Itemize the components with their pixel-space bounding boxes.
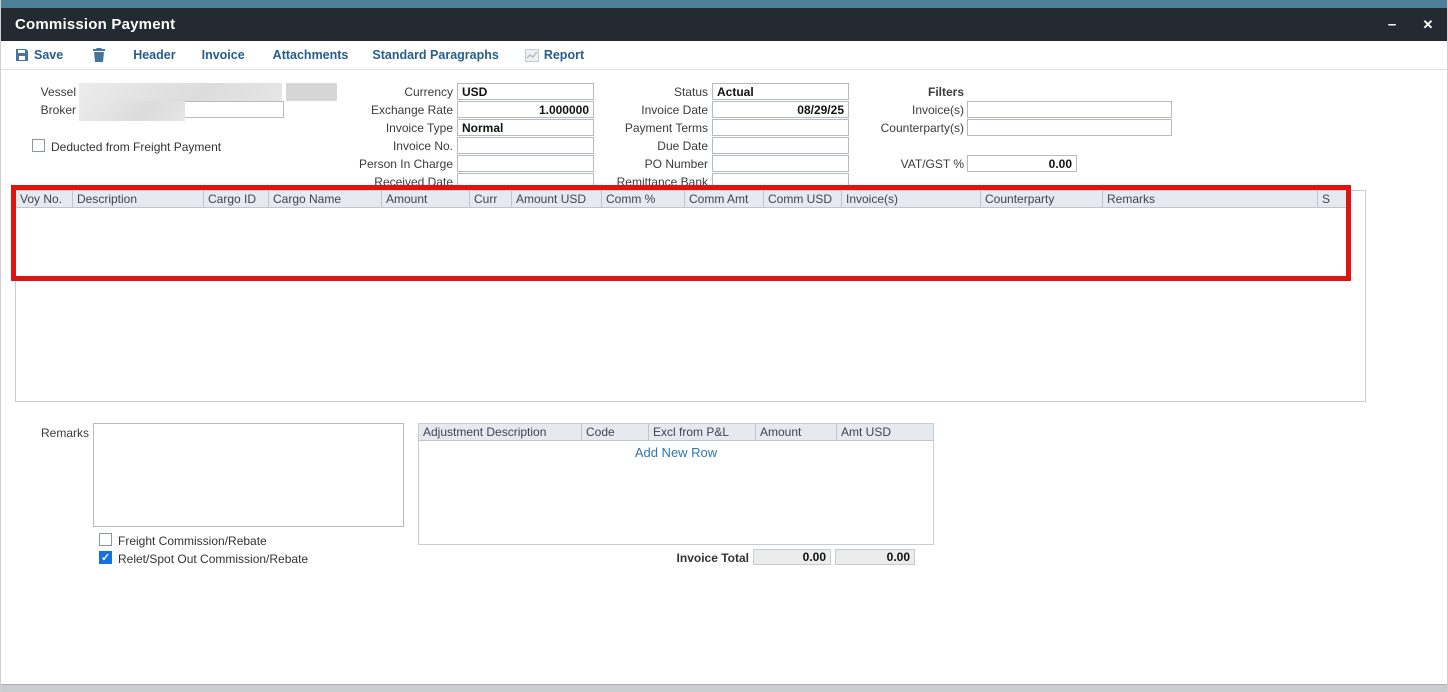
col-excl-from-pl[interactable]: Excl from P&L <box>649 424 756 441</box>
vessel-label: Vessel <box>1 85 76 99</box>
vessel-code-field-redacted[interactable] <box>286 83 337 101</box>
col-invoices[interactable]: Invoice(s) <box>842 191 981 208</box>
freight-commission-checkbox[interactable] <box>99 533 112 546</box>
col-amt-usd[interactable]: Amt USD <box>837 424 933 441</box>
broker-field-redacted[interactable] <box>79 101 185 121</box>
exchange-rate-label: Exchange Rate <box>341 103 453 117</box>
col-comm-usd[interactable]: Comm USD <box>764 191 842 208</box>
relet-spot-out-label: Relet/Spot Out Commission/Rebate <box>118 552 308 566</box>
vessel-field-redacted[interactable] <box>79 83 282 101</box>
invoice-total-label: Invoice Total <box>601 551 749 565</box>
relet-spot-out-checkbox[interactable] <box>99 551 112 564</box>
payment-terms-field[interactable] <box>712 119 849 136</box>
person-in-charge-field[interactable] <box>457 155 594 172</box>
remittance-bank-field[interactable] <box>712 173 849 190</box>
filters-section-label: Filters <box>851 85 964 99</box>
invoice-no-field[interactable] <box>457 137 594 154</box>
col-cargo-id[interactable]: Cargo ID <box>204 191 269 208</box>
received-date-label: Received Date <box>341 175 453 189</box>
save-button-label: Save <box>34 48 63 62</box>
status-label: Status <box>596 85 708 99</box>
broker-label: Broker <box>1 103 76 117</box>
col-curr[interactable]: Curr <box>470 191 512 208</box>
delete-button[interactable] <box>93 48 105 62</box>
report-chart-icon <box>525 49 539 62</box>
invoice-type-label: Invoice Type <box>341 121 453 135</box>
due-date-field[interactable] <box>712 137 849 154</box>
invoices-filter-label: Invoice(s) <box>851 103 964 117</box>
broker-field[interactable] <box>184 101 284 118</box>
invoice-total-amount: 0.00 <box>753 549 831 565</box>
person-in-charge-label: Person In Charge <box>341 157 453 171</box>
col-description[interactable]: Description <box>73 191 204 208</box>
counterparty-filter-label: Counterparty(s) <box>851 121 964 135</box>
col-voy-no[interactable]: Voy No. <box>16 191 73 208</box>
line-items-table[interactable]: Voy No. Description Cargo ID Cargo Name … <box>15 190 1366 402</box>
currency-field[interactable] <box>457 83 594 100</box>
freight-commission-label: Freight Commission/Rebate <box>118 534 267 548</box>
remittance-bank-label: Remittance Bank <box>596 175 708 189</box>
col-adjustment-description[interactable]: Adjustment Description <box>419 424 582 441</box>
col-comm-pct[interactable]: Comm % <box>602 191 685 208</box>
tab-standard-paragraphs[interactable]: Standard Paragraphs <box>372 48 498 62</box>
col-remarks[interactable]: Remarks <box>1103 191 1318 208</box>
window-title: Commission Payment <box>15 16 175 33</box>
exchange-rate-field[interactable] <box>457 101 594 118</box>
report-button[interactable]: Report <box>525 48 584 62</box>
col-counterparty[interactable]: Counterparty <box>981 191 1103 208</box>
tab-invoice[interactable]: Invoice <box>202 48 245 62</box>
invoice-type-field[interactable] <box>457 119 594 136</box>
col-s[interactable]: S <box>1318 191 1347 208</box>
adjustments-table[interactable]: Adjustment Description Code Excl from P&… <box>418 423 934 545</box>
bottom-scrollbar[interactable] <box>1 684 1448 692</box>
adjustments-header-row: Adjustment Description Code Excl from P&… <box>419 424 933 441</box>
vat-gst-field[interactable] <box>967 155 1077 172</box>
deducted-from-freight-label: Deducted from Freight Payment <box>51 140 221 154</box>
tab-attachments[interactable]: Attachments <box>273 48 349 62</box>
remarks-textarea[interactable] <box>93 423 404 527</box>
payment-terms-label: Payment Terms <box>596 121 708 135</box>
trash-icon <box>93 48 105 62</box>
vat-gst-label: VAT/GST % <box>851 157 964 171</box>
currency-label: Currency <box>341 85 453 99</box>
counterparty-filter-field[interactable] <box>967 119 1172 136</box>
col-comm-amt[interactable]: Comm Amt <box>685 191 764 208</box>
invoices-filter-field[interactable] <box>967 101 1172 118</box>
minimize-button[interactable]: – <box>1375 8 1409 41</box>
invoice-no-label: Invoice No. <box>341 139 453 153</box>
invoice-total-amount-usd: 0.00 <box>835 549 915 565</box>
report-button-label: Report <box>544 48 584 62</box>
col-adj-amount[interactable]: Amount <box>756 424 837 441</box>
invoice-date-field[interactable] <box>712 101 849 118</box>
col-cargo-name[interactable]: Cargo Name <box>269 191 382 208</box>
col-amount-usd[interactable]: Amount USD <box>512 191 602 208</box>
po-number-label: PO Number <box>596 157 708 171</box>
toolbar: Save Header Invoice Attachments Standard… <box>1 41 1448 70</box>
status-field[interactable] <box>712 83 849 100</box>
remarks-label: Remarks <box>1 426 89 440</box>
app-top-strip <box>1 0 1448 8</box>
invoice-date-label: Invoice Date <box>596 103 708 117</box>
save-button[interactable]: Save <box>15 48 63 62</box>
close-button[interactable]: ✕ <box>1411 8 1445 41</box>
col-amount[interactable]: Amount <box>382 191 470 208</box>
po-number-field[interactable] <box>712 155 849 172</box>
window-titlebar: Commission Payment – ✕ <box>1 8 1448 41</box>
col-code[interactable]: Code <box>582 424 649 441</box>
save-icon <box>15 48 29 62</box>
add-new-row-link[interactable]: Add New Row <box>419 445 933 460</box>
line-items-header-row: Voy No. Description Cargo ID Cargo Name … <box>16 191 1365 208</box>
commission-payment-window: Commission Payment – ✕ Save Header Invoi… <box>0 0 1448 692</box>
deducted-from-freight-checkbox[interactable] <box>32 139 45 152</box>
due-date-label: Due Date <box>596 139 708 153</box>
received-date-field[interactable] <box>457 173 594 190</box>
tab-header[interactable]: Header <box>133 48 175 62</box>
